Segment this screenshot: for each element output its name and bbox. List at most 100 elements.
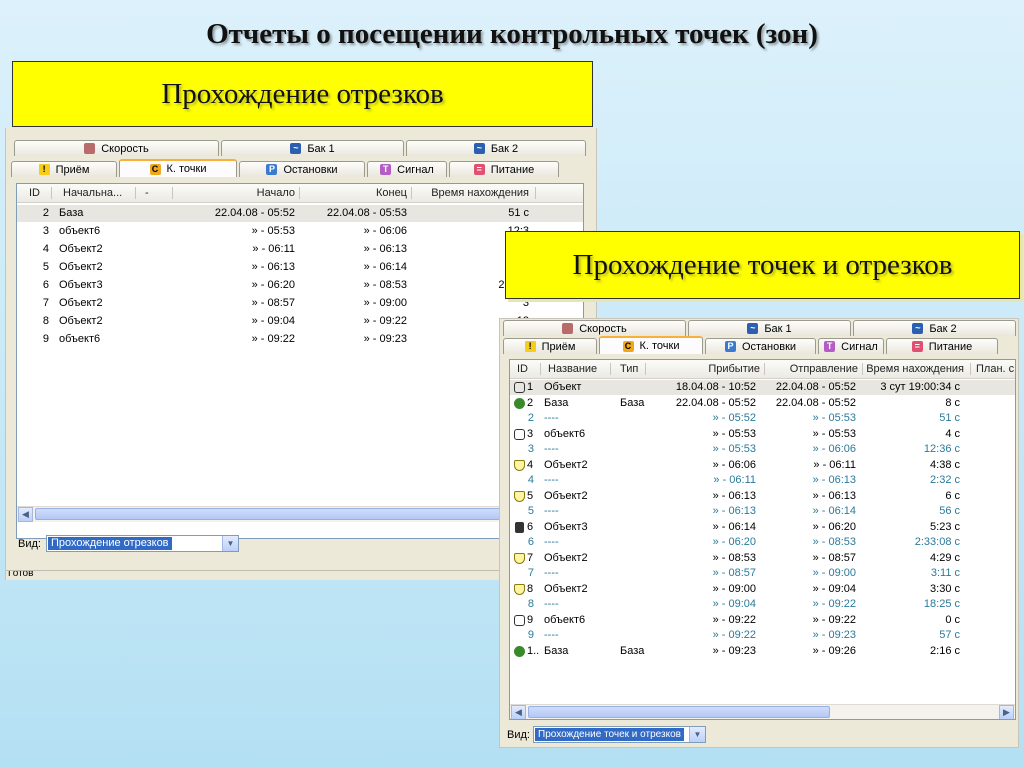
tree-zone-icon (514, 645, 525, 657)
col-end[interactable]: Конец (307, 187, 407, 199)
table-row[interactable]: 3объект6» - 05:53» - 06:0612:3 (17, 223, 583, 240)
col-id[interactable]: ID (29, 187, 40, 199)
segment-row[interactable]: 7 ---- » - 08:57 » - 09:00 3:11 с (510, 566, 1015, 581)
tab-w1-upper-2[interactable]: ~ Бак 2 (406, 140, 586, 156)
cell-dur: 2:32 с (930, 474, 960, 486)
col-duration[interactable]: Время нахождения (417, 187, 529, 199)
cell-dep: 22.04.08 - 05:52 (775, 381, 856, 393)
speed-icon (84, 143, 96, 154)
cell-end: 22.04.08 - 05:53 (326, 207, 407, 219)
col-id[interactable]: ID (517, 363, 528, 375)
tab-w2-upper-1[interactable]: ~ Бак 1 (688, 320, 851, 336)
cell-name: Объект2 (59, 297, 103, 309)
tab-w2-lower-3[interactable]: T Сигнал (818, 338, 884, 354)
fuel-chart-icon: ~ (747, 323, 759, 334)
point-row[interactable]: 6 Объект3 » - 06:14 » - 06:20 5:23 с (510, 520, 1015, 535)
point-row[interactable]: 2 База База 22.04.08 - 05:52 22.04.08 - 05:5… (510, 396, 1015, 411)
col-start-name[interactable]: Начальна... (63, 187, 122, 199)
cell-name: ---- (544, 412, 559, 424)
tab-w1-upper-1[interactable]: ~ Бак 1 (221, 140, 404, 156)
speed-icon (562, 323, 574, 334)
cell-id: 5 (527, 489, 534, 502)
point-row[interactable]: 1.. База База » - 09:23 » - 09:26 2:16 с (510, 644, 1015, 659)
tab-w1-lower-4[interactable]: = Питание (449, 161, 559, 177)
tab-w1-lower-3[interactable]: T Сигнал (367, 161, 447, 177)
tab-w2-upper-0[interactable]: Скорость (503, 320, 686, 336)
scroll-thumb[interactable] (528, 706, 830, 718)
tab-w2-lower-4[interactable]: = Питание (886, 338, 998, 354)
point-row[interactable]: 4 Объект2 » - 06:06 » - 06:11 4:38 с (510, 458, 1015, 473)
point-row[interactable]: 7 Объект2 » - 08:53 » - 08:57 4:29 с (510, 551, 1015, 566)
tab-label: Скорость (579, 322, 627, 335)
cell-name: Объект2 (544, 489, 588, 502)
tab-row-lower: ! Приём C К. точки P Остановки T Сигнал = Питание (503, 336, 1000, 356)
cell-type: База (620, 396, 645, 409)
segment-row[interactable]: 5 ---- » - 06:13 » - 06:14 56 с (510, 504, 1015, 519)
cell-dur: 8 с (945, 396, 960, 409)
cell-dep: 22.04.08 - 05:52 (775, 396, 856, 409)
cell-dur: 5:23 с (930, 520, 960, 533)
tree-zone-icon (514, 397, 525, 409)
col-start[interactable]: Начало (177, 187, 295, 199)
scroll-right-button[interactable]: ▶ (999, 705, 1014, 719)
segment-row[interactable]: 9 ---- » - 09:22 » - 09:23 57 с (510, 628, 1015, 643)
view-select[interactable]: Прохождение отрезков ▼ (46, 535, 239, 552)
col-arrival[interactable]: Прибытие (650, 363, 760, 375)
fuel-chart-icon: ~ (912, 323, 924, 334)
col-type[interactable]: Тип (620, 363, 638, 375)
cell-dur: 57 с (939, 629, 960, 641)
tab-w1-upper-0[interactable]: Скорость (14, 140, 219, 156)
col-duration[interactable]: Время нахождения (864, 363, 964, 375)
segment-row[interactable]: 2 ---- » - 05:52 » - 05:53 51 с (510, 411, 1015, 426)
col-dash[interactable]: - (145, 187, 149, 199)
cell-arr: » - 08:57 (712, 567, 756, 579)
segment-row[interactable]: 8 ---- » - 09:04 » - 09:22 18:25 с (510, 597, 1015, 612)
table-row[interactable]: 5Объект2» - 06:13» - 06:145 (17, 259, 583, 276)
tab-w1-lower-0[interactable]: ! Приём (11, 161, 117, 177)
dropdown-arrow-icon[interactable]: ▼ (222, 536, 238, 551)
tab-label: Приём (55, 163, 90, 176)
tab-w2-lower-1[interactable]: C К. точки (599, 336, 703, 354)
caption-points-segments: Прохождение точек и отрезков (505, 231, 1020, 299)
scroll-thumb[interactable] (35, 508, 547, 520)
point-row[interactable]: 3 объект6 » - 05:53 » - 05:53 4 с (510, 427, 1015, 442)
scroll-left-button[interactable]: ◀ (18, 507, 33, 522)
col-name[interactable]: Название (548, 363, 597, 375)
tab-w2-upper-2[interactable]: ~ Бак 2 (853, 320, 1016, 336)
cell-name: ---- (544, 536, 559, 548)
slide-title: Отчеты о посещении контрольных точек (зо… (206, 18, 818, 50)
tab-w2-lower-0[interactable]: ! Приём (503, 338, 597, 354)
shield-zone-icon (514, 552, 525, 564)
cell-arr: » - 09:23 (712, 644, 756, 657)
cell-id: 7 (42, 297, 49, 309)
tab-w2-lower-2[interactable]: P Остановки (705, 338, 816, 354)
horizontal-scrollbar[interactable]: ◀ ▶ (510, 704, 1015, 719)
tab-w1-lower-1[interactable]: C К. точки (119, 159, 237, 177)
scroll-left-button[interactable]: ◀ (511, 705, 526, 719)
segment-row[interactable]: 4 ---- » - 06:11 » - 06:13 2:32 с (510, 473, 1015, 488)
tab-label: Бак 2 (490, 142, 519, 155)
point-row[interactable]: 8 Объект2 » - 09:00 » - 09:04 3:30 с (510, 582, 1015, 597)
segment-row[interactable]: 6 ---- » - 06:20 » - 08:53 2:33:08 с (510, 535, 1015, 550)
col-plan[interactable]: План. с (976, 363, 1014, 375)
cell-arr: » - 08:53 (712, 551, 756, 564)
cell-name: Объект2 (59, 315, 103, 327)
cell-end: » - 09:23 (363, 333, 407, 345)
col-departure[interactable]: Отправление (768, 363, 858, 375)
point-row[interactable]: 9 объект6 » - 09:22 » - 09:22 0 с (510, 613, 1015, 628)
table-row[interactable]: 4Объект2» - 06:11» - 06:132:3 (17, 241, 583, 258)
segment-row[interactable]: 3 ---- » - 05:53 » - 06:06 12:36 с (510, 442, 1015, 457)
cell-dur: 4:29 с (930, 551, 960, 564)
tab-w1-lower-2[interactable]: P Остановки (239, 161, 365, 177)
dropdown-arrow-icon[interactable]: ▼ (689, 727, 705, 742)
table-row[interactable]: 7 Объект2» - 08:57» - 09:00 3 (17, 295, 583, 312)
table-row[interactable]: 2 База 22.04.08 - 05:52 22.04.08 - 05:53 51 … (17, 205, 583, 222)
cell-dep: » - 05:53 (812, 412, 856, 424)
point-row[interactable]: 5 Объект2 » - 06:13 » - 06:13 6 с (510, 489, 1015, 504)
cell-dep: » - 09:26 (812, 644, 856, 657)
point-row[interactable]: 1 Объект 18.04.08 - 10:52 22.04.08 - 05:52 3… (510, 380, 1015, 395)
cell-name: ---- (544, 443, 559, 455)
table-row[interactable]: 6Объект3» - 06:20» - 08:532:33:0 (17, 277, 583, 294)
view-select[interactable]: Прохождение точек и отрезков ▼ (533, 726, 706, 743)
cell-id: 7 (527, 567, 534, 579)
